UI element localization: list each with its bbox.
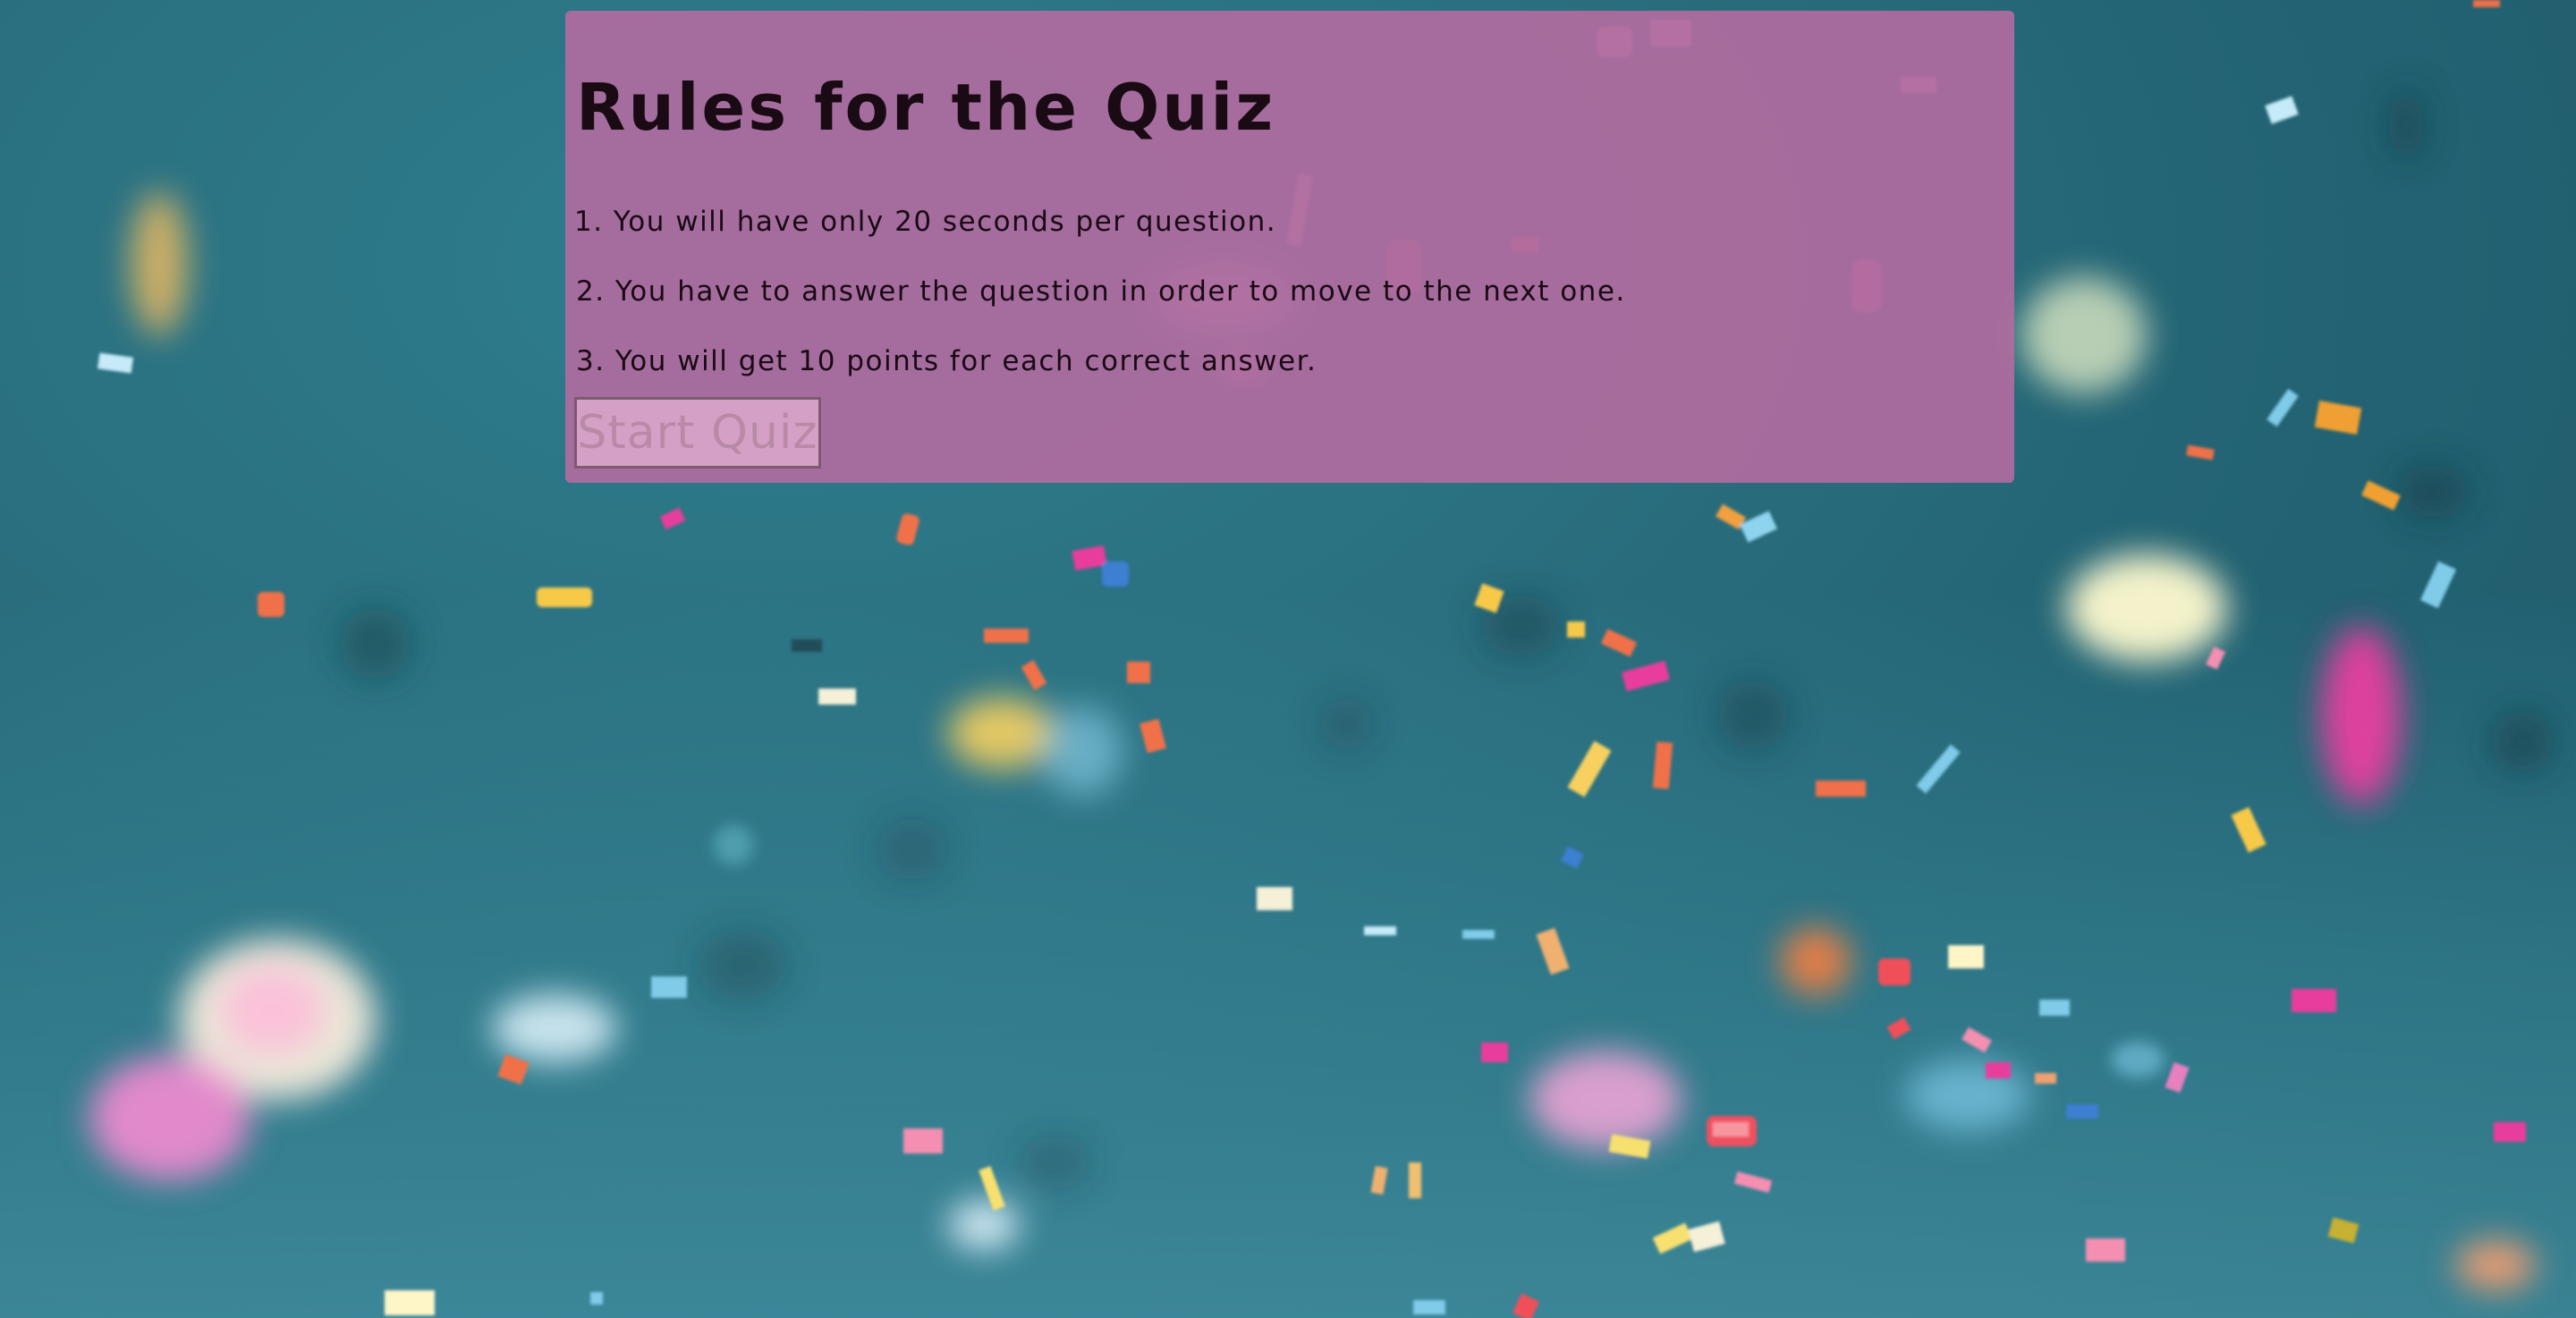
rules-title: Rules for the Quiz [576,70,1276,145]
rules-panel: Rules for the Quiz 1. You will have only… [565,11,2014,483]
rule-item: 1. You will have only 20 seconds per que… [574,206,1277,238]
rule-item: 3. You will get 10 points for each corre… [576,345,1318,377]
start-quiz-button[interactable]: Start Quiz [574,397,821,469]
rule-item: 2. You have to answer the question in or… [576,275,1626,308]
